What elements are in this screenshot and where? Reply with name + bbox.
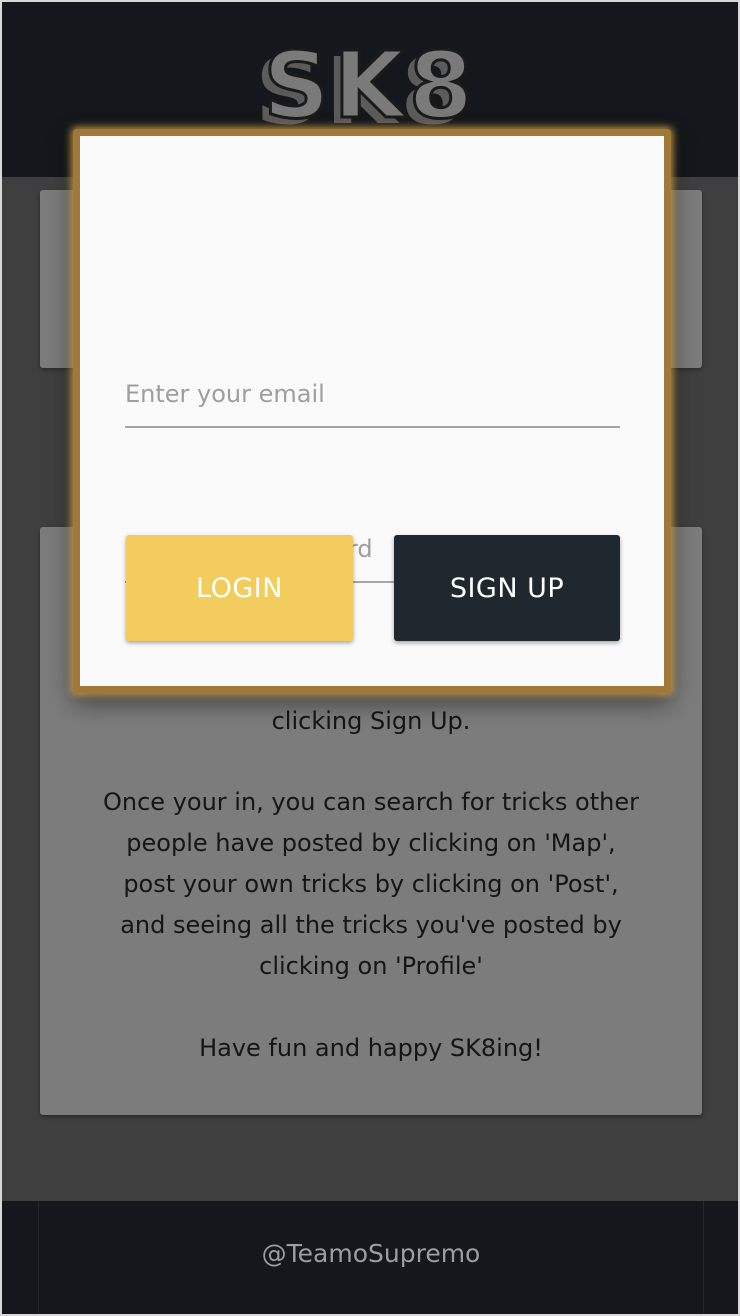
info-text-line: clicking Sign Up.	[271, 707, 471, 735]
footer-container: @TeamoSupremo	[38, 1201, 704, 1314]
info-text-line: and seeing all the tricks you've posted …	[120, 911, 622, 939]
info-text-line: people have posted by clicking on 'Map',	[126, 829, 616, 857]
footer-bar: @TeamoSupremo	[2, 1201, 738, 1314]
info-text-line: Once your in, you can search for tricks …	[103, 788, 639, 816]
sign-up-button[interactable]: SIGN UP	[394, 535, 620, 641]
info-text-line: Have fun and happy SK8ing!	[199, 1034, 543, 1062]
footer-credit: @TeamoSupremo	[261, 1239, 481, 1268]
info-text-line: post your own tricks by clicking on 'Pos…	[123, 870, 619, 898]
email-input[interactable]	[125, 380, 620, 408]
info-text-line: clicking on 'Profile'	[259, 952, 483, 980]
email-field[interactable]	[125, 360, 620, 428]
login-button[interactable]: LOGIN	[126, 535, 353, 641]
sk8-logo: SK8	[262, 32, 477, 139]
app-frame: SK8 clicking Sign Up. Once your in, you …	[0, 0, 740, 1316]
